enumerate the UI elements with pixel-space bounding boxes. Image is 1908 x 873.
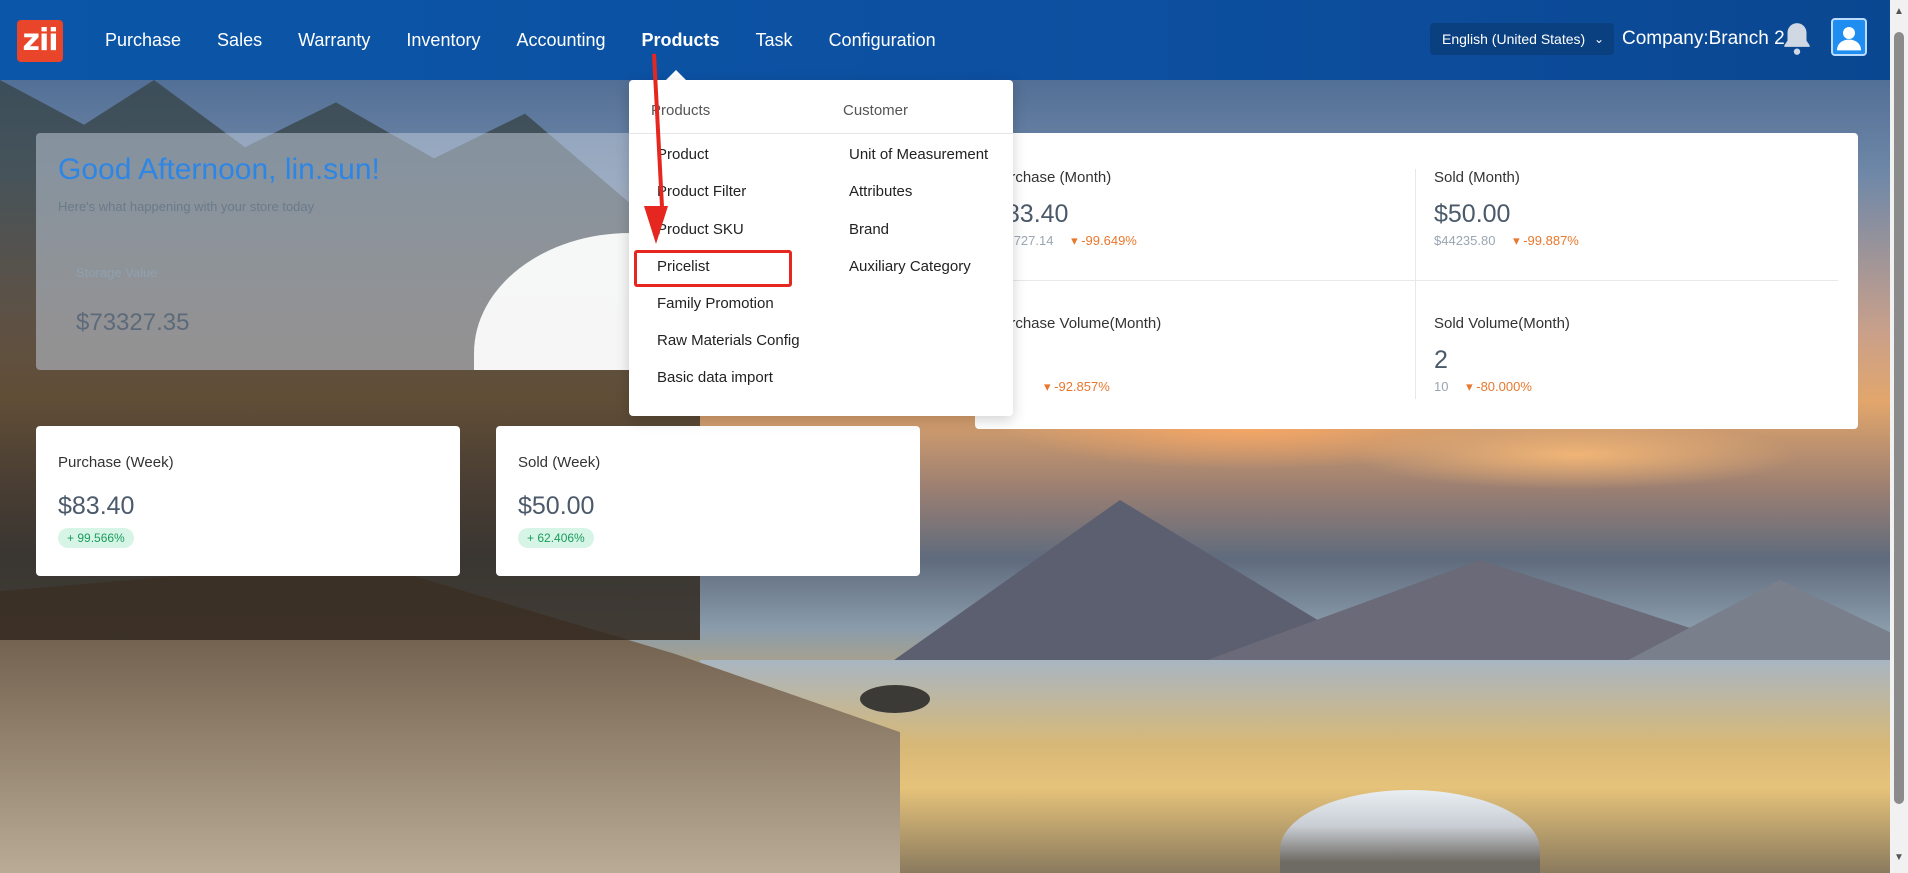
menu-item-basic-data-import[interactable]: Basic data import xyxy=(657,369,773,386)
stat-value: $50.00 xyxy=(1434,200,1511,228)
chevron-down-icon: ⌄ xyxy=(1593,32,1604,46)
nav-purchase[interactable]: Purchase xyxy=(105,30,181,51)
divider xyxy=(629,133,1013,134)
menu-item-auxiliary-category[interactable]: Auxiliary Category xyxy=(849,258,971,275)
stat-pct: ▾ -99.649% xyxy=(1071,233,1137,248)
menu-item-attributes[interactable]: Attributes xyxy=(849,183,912,200)
scroll-down-icon[interactable]: ▼ xyxy=(1894,852,1904,863)
stat-value xyxy=(992,346,1161,375)
greeting-card: Good Afternoon, lin.sun! Here's what hap… xyxy=(36,133,676,370)
greeting-title: Good Afternoon, lin.sun! xyxy=(58,153,380,186)
dropdown-caret xyxy=(666,70,686,80)
page-scrollbar[interactable]: ▲ ▼ xyxy=(1890,0,1908,873)
language-select[interactable]: English (United States) ⌄ xyxy=(1430,23,1614,55)
change-badge: + 99.566% xyxy=(58,528,134,548)
nav-task[interactable]: Task xyxy=(756,30,793,51)
nav-products[interactable]: Products xyxy=(642,30,720,51)
user-avatar[interactable] xyxy=(1831,18,1867,56)
company-selector[interactable]: Company:Branch 2 xyxy=(1622,28,1785,50)
sold-week-card: Sold (Week) $50.00 + 62.406% xyxy=(496,426,920,576)
storage-value-label: Storage Value xyxy=(76,265,158,280)
stat-label: Purchase (Week) xyxy=(58,454,174,471)
scroll-thumb[interactable] xyxy=(1894,32,1904,804)
divider xyxy=(1415,169,1416,399)
stat-label: Sold Volume(Month) xyxy=(1434,315,1570,332)
menu-item-raw-materials-config[interactable]: Raw Materials Config xyxy=(657,332,800,349)
language-value: English (United States) xyxy=(1442,31,1586,47)
nav-accounting[interactable]: Accounting xyxy=(516,30,605,51)
stat-prev: 10 xyxy=(1434,379,1449,394)
greeting-subtitle: Here's what happening with your store to… xyxy=(58,199,315,214)
menu-item-product-filter[interactable]: Product Filter xyxy=(657,183,746,200)
nav-warranty[interactable]: Warranty xyxy=(298,30,370,51)
stat-label: Sold (Month) xyxy=(1434,169,1520,186)
scroll-up-icon[interactable]: ▲ xyxy=(1894,6,1904,17)
cloud xyxy=(1350,420,1800,490)
menu-item-family-promotion[interactable]: Family Promotion xyxy=(657,295,774,312)
sold-volume-stat: Sold Volume(Month) 2 10 ▾ -80.000% xyxy=(1434,315,1570,395)
red-arrow-head-icon xyxy=(644,206,668,244)
sold-month-stat: Sold (Month) $50.00 $44235.80 ▾ -99.887% xyxy=(1434,169,1579,249)
menu-item-unit-of-measurement[interactable]: Unit of Measurement xyxy=(849,146,988,163)
purchase-volume-stat: Purchase Volume(Month) ▾ -92.857% xyxy=(992,315,1161,395)
month-stats-card: Purchase (Month) $83.40 $23727.14 ▾ -99.… xyxy=(975,133,1858,429)
nav-inventory[interactable]: Inventory xyxy=(406,30,480,51)
dropdown-header-products: Products xyxy=(651,102,711,119)
stat-label: Purchase (Month) xyxy=(992,169,1112,186)
rock xyxy=(860,685,930,713)
purchase-month-stat: Purchase (Month) $83.40 $23727.14 ▾ -99.… xyxy=(992,169,1137,249)
stat-value: 2 xyxy=(1434,346,1448,374)
change-badge: + 62.406% xyxy=(518,528,594,548)
products-dropdown-menu: Products Customer Product Product Filter… xyxy=(629,80,1013,416)
stat-value: $50.00 xyxy=(518,492,595,520)
pricelist-highlight-box xyxy=(634,250,792,287)
main-nav: Purchase Sales Warranty Inventory Accoun… xyxy=(105,0,972,80)
divider xyxy=(995,280,1838,281)
stat-value: $83.40 xyxy=(992,200,1069,228)
top-navbar: zii Purchase Sales Warranty Inventory Ac… xyxy=(0,0,1890,80)
stat-label: Sold (Week) xyxy=(518,454,601,471)
menu-item-brand[interactable]: Brand xyxy=(849,221,889,238)
dropdown-header-customer: Customer xyxy=(843,102,909,119)
bell-icon[interactable] xyxy=(1778,20,1816,58)
stat-pct: ▾ -80.000% xyxy=(1466,379,1532,394)
menu-item-product[interactable]: Product xyxy=(657,146,709,163)
stat-prev: $44235.80 xyxy=(1434,233,1496,248)
purchase-week-card: Purchase (Week) $83.40 + 99.566% xyxy=(36,426,460,576)
stat-label: Purchase Volume(Month) xyxy=(992,315,1162,332)
nav-sales[interactable]: Sales xyxy=(217,30,262,51)
stat-pct: ▾ -99.887% xyxy=(1513,233,1579,248)
app-logo[interactable]: zii xyxy=(17,20,63,62)
stat-value: $83.40 xyxy=(58,492,135,520)
stat-pct: ▾ -92.857% xyxy=(1044,379,1110,394)
user-icon xyxy=(1837,27,1861,51)
nav-configuration[interactable]: Configuration xyxy=(829,30,936,51)
storage-value: $73327.35 xyxy=(76,309,190,336)
menu-item-product-sku[interactable]: Product SKU xyxy=(657,221,744,238)
